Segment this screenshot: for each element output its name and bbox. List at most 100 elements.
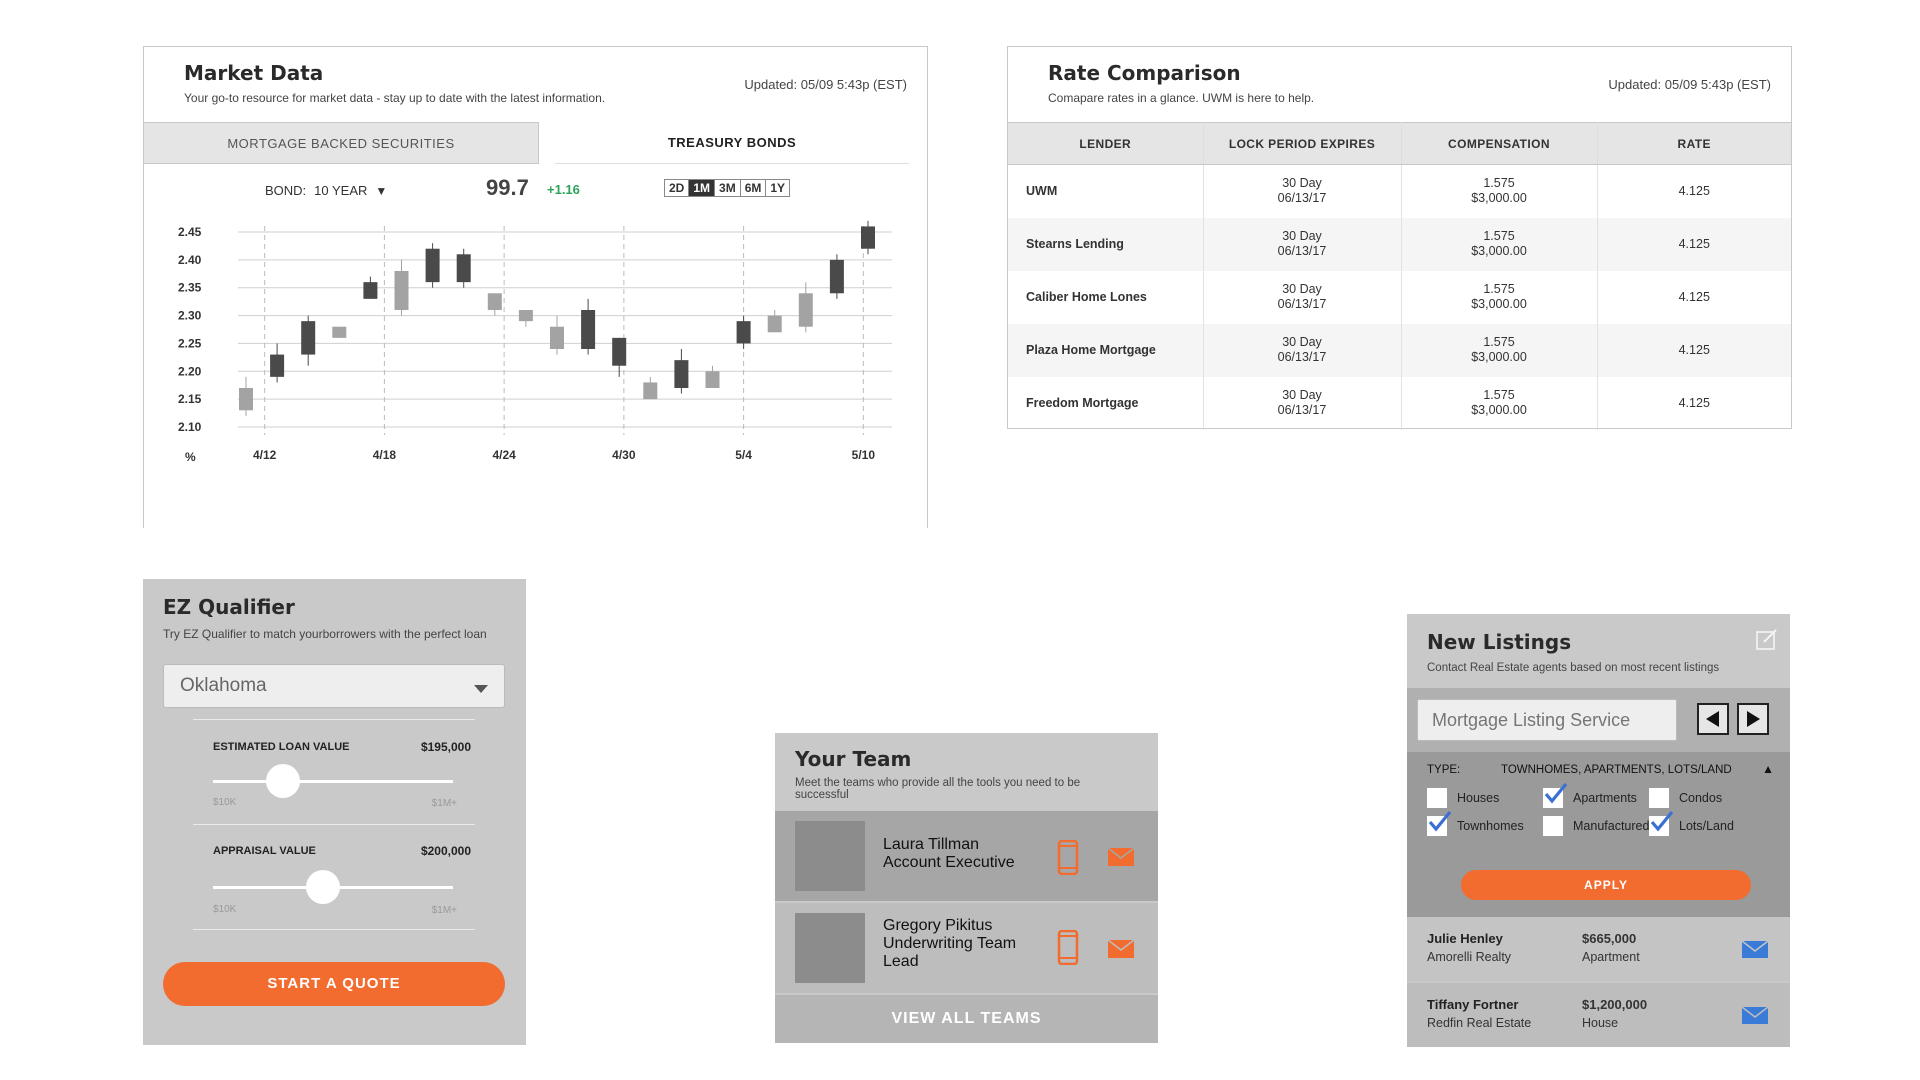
apply-button[interactable]: APPLY — [1461, 870, 1751, 900]
checkmark-icon — [1428, 810, 1452, 832]
candle-body — [829, 259, 844, 294]
y-tick-label: 2.25 — [178, 336, 202, 350]
agent-company: Redfin Real Estate — [1427, 1016, 1532, 1030]
member-role: Underwriting Team Lead — [883, 935, 1017, 970]
rate-cell: 4.125 — [1678, 395, 1710, 410]
tab-treasury-bonds[interactable]: TREASURY BONDS — [555, 122, 909, 164]
range-6m[interactable]: 6M — [741, 180, 767, 196]
price-change: +1.16 — [547, 182, 580, 197]
chevron-down-icon: ▼ — [375, 184, 388, 198]
table-header-row: LENDER LOCK PERIOD EXPIRES COMPENSATION … — [1008, 122, 1791, 165]
agent-name: Julie Henley — [1427, 931, 1503, 946]
lock-expires: 06/13/17 — [1277, 297, 1327, 311]
candlestick-chart: 2.45 2.40 2.35 2.30 2.25 2.20 2.15 2.10 4/12 4/18… — [178, 220, 892, 464]
listing-search-input[interactable] — [1417, 699, 1677, 741]
phone-icon[interactable] — [1057, 840, 1079, 875]
checkmark-icon — [1544, 782, 1568, 804]
candle-body — [270, 354, 285, 377]
lock-period: 30 Day — [1282, 176, 1322, 191]
col-rate[interactable]: RATE — [1597, 122, 1791, 165]
mail-icon[interactable] — [1742, 1007, 1768, 1024]
bond-selector[interactable]: BOND: 10 YEAR ▼ — [265, 183, 387, 198]
listings-title: New Listings — [1427, 630, 1572, 654]
checkbox-box — [1543, 816, 1563, 836]
next-button[interactable] — [1737, 703, 1769, 735]
y-tick-label: 2.30 — [178, 309, 202, 323]
team-title: Your Team — [795, 747, 912, 771]
rate-cell: 4.125 — [1678, 183, 1710, 198]
x-tick-label: 4/12 — [253, 448, 277, 462]
start-quote-button[interactable]: START A QUOTE — [163, 962, 505, 1006]
mail-icon[interactable] — [1108, 940, 1134, 958]
edit-icon[interactable] — [1756, 628, 1778, 650]
col-lender[interactable]: LENDER — [1008, 122, 1204, 165]
checkbox-lots-land[interactable]: Lots/Land — [1649, 810, 1734, 836]
appraisal-value-min: $10K — [213, 904, 237, 915]
y-tick-label: 2.35 — [178, 281, 202, 295]
candle-body — [674, 360, 689, 388]
collapse-caret-icon[interactable]: ▲ — [1762, 762, 1774, 776]
loan-value-label: ESTIMATED LOAN VALUE — [213, 741, 350, 753]
col-compensation[interactable]: COMPENSATION — [1401, 122, 1598, 165]
y-tick-label: 2.20 — [178, 364, 202, 378]
checkbox-label: Manufactured — [1573, 819, 1650, 833]
candle-body — [643, 382, 658, 400]
state-select[interactable]: Oklahoma — [163, 664, 505, 708]
range-2d[interactable]: 2D — [665, 180, 690, 196]
lender-cell: Plaza Home Mortgage — [1008, 323, 1204, 377]
range-1m[interactable]: 1M — [689, 180, 716, 196]
range-1y[interactable]: 1Y — [766, 180, 789, 196]
phone-icon[interactable] — [1057, 930, 1079, 965]
candle-body — [332, 326, 347, 338]
appraisal-value-thumb[interactable] — [306, 870, 341, 904]
your-team-card: Your Team Meet the teams who provide all… — [775, 733, 1158, 1043]
comp-pct: 1.575 — [1483, 282, 1515, 296]
listing-row[interactable]: Julie Henley Amorelli Realty $665,000 Ap… — [1407, 917, 1790, 981]
compensation-cell: 1.575 $3,000.00 — [1401, 376, 1598, 430]
checkbox-manufactured[interactable]: Manufactured — [1543, 816, 1649, 836]
listing-search-row — [1407, 688, 1790, 752]
range-selector: 2D 1M 3M 6M 1Y — [664, 179, 791, 197]
compensation-cell: 1.575 $3,000.00 — [1401, 217, 1598, 271]
prev-button[interactable] — [1697, 703, 1729, 735]
listing-row[interactable]: Tiffany Fortner Redfin Real Estate $1,20… — [1407, 983, 1790, 1047]
candle-body — [550, 326, 564, 349]
compensation-cell: 1.575 $3,000.00 — [1401, 323, 1598, 377]
listing-price: $665,000 — [1582, 931, 1637, 946]
loan-value-thumb[interactable] — [265, 764, 300, 798]
comp-amount: $3,000.00 — [1471, 350, 1527, 364]
bond-value: 10 YEAR — [314, 183, 368, 198]
market-title: Market Data — [184, 61, 324, 85]
candle-body — [239, 388, 253, 411]
candle-body — [425, 248, 440, 283]
table-row[interactable]: UWM 30 Day 06/13/17 1.575 $3,000.00 4.125 — [1008, 164, 1791, 218]
table-row[interactable]: Plaza Home Mortgage 30 Day 06/13/17 1.575 $3… — [1008, 323, 1791, 377]
tab-mortgage-backed-securities[interactable]: MORTGAGE BACKED SECURITIES — [143, 122, 539, 164]
listing-price: $1,200,000 — [1582, 997, 1648, 1012]
loan-value-amount: $195,000 — [420, 740, 471, 754]
lock-period: 30 Day — [1282, 335, 1322, 349]
mail-icon[interactable] — [1108, 848, 1134, 866]
mail-icon[interactable] — [1742, 941, 1768, 958]
market-subtitle: Your go-to resource for market data - st… — [184, 91, 606, 105]
ez-subtitle: Try EZ Qualifier to match yourborrowers … — [163, 627, 487, 641]
table-row[interactable]: Stearns Lending 30 Day 06/13/17 1.575 $3,000… — [1008, 217, 1791, 271]
lock-cell: 30 Day 06/13/17 — [1203, 164, 1402, 218]
market-data-card: Market Data Your go-to resource for mark… — [143, 46, 928, 528]
candle-body — [767, 315, 782, 333]
compensation-cell: 1.575 $3,000.00 — [1401, 164, 1598, 218]
loan-value-track[interactable] — [213, 780, 453, 783]
checkbox-houses[interactable]: Houses — [1427, 788, 1499, 808]
checkbox-apartments[interactable]: Apartments — [1543, 782, 1637, 808]
loan-value-min: $10K — [213, 797, 237, 808]
range-3m[interactable]: 3M — [715, 180, 741, 196]
checkbox-townhomes[interactable]: Townhomes — [1427, 810, 1524, 836]
col-lock-period[interactable]: LOCK PERIOD EXPIRES — [1203, 122, 1402, 165]
table-row[interactable]: Freedom Mortgage 30 Day 06/13/17 1.575 $3,00… — [1008, 376, 1791, 430]
lock-period: 30 Day — [1282, 229, 1322, 243]
rates-title: Rate Comparison — [1048, 61, 1241, 85]
checkbox-condos[interactable]: Condos — [1649, 788, 1722, 808]
lock-cell: 30 Day 06/13/17 — [1203, 323, 1402, 377]
table-row[interactable]: Caliber Home Lones 30 Day 06/13/17 1.575 $3,… — [1008, 270, 1791, 324]
view-all-teams-button[interactable]: VIEW ALL TEAMS — [775, 995, 1158, 1043]
